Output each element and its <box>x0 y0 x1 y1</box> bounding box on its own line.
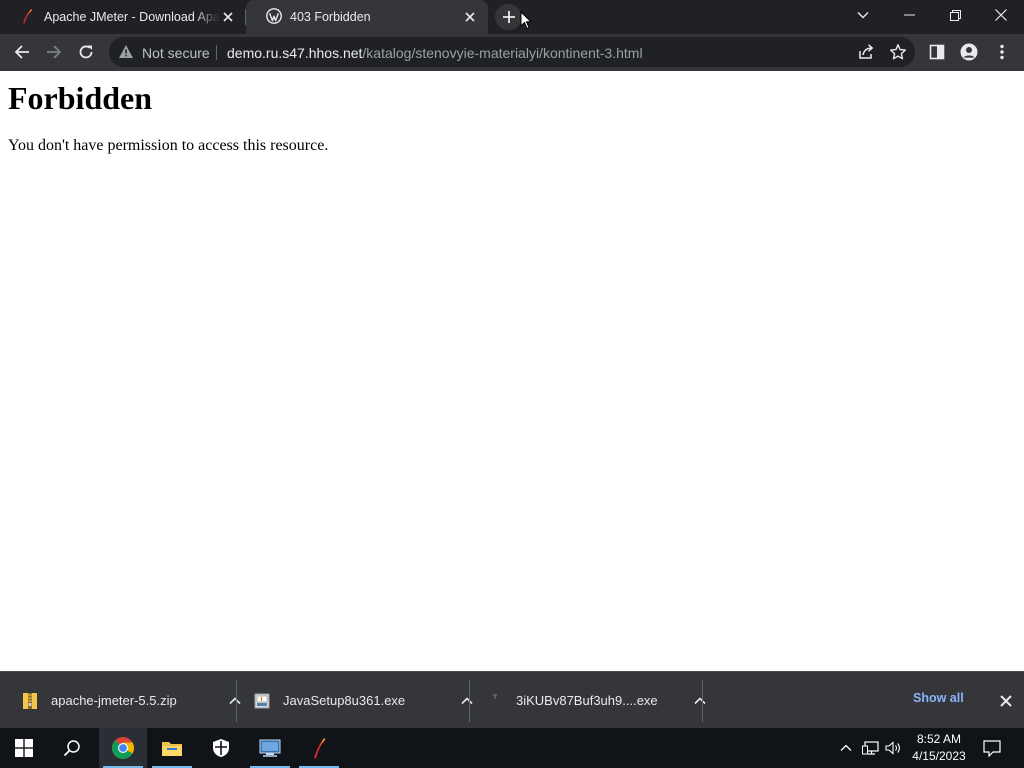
minimize-button[interactable] <box>886 0 932 30</box>
reload-button[interactable] <box>71 37 101 67</box>
taskbar-remote-desktop[interactable] <box>246 728 294 768</box>
jmeter-feather-icon <box>314 738 326 759</box>
download-divider <box>236 680 237 722</box>
kebab-menu-icon <box>1000 44 1004 60</box>
side-panel-icon <box>929 44 945 60</box>
taskbar-jmeter[interactable] <box>295 728 343 768</box>
show-hidden-icons-button[interactable] <box>837 728 855 768</box>
exe-file-icon <box>493 693 497 699</box>
page-heading: Forbidden <box>8 80 153 116</box>
new-tab-button[interactable] <box>495 4 522 30</box>
page-content: Forbidden You don't have permission to a… <box>0 71 1024 671</box>
bookmark-star-icon[interactable] <box>889 43 907 61</box>
tab-search-button[interactable] <box>840 0 886 30</box>
folder-icon <box>162 742 182 756</box>
menu-button[interactable] <box>987 37 1017 67</box>
download-options-button[interactable] <box>459 696 475 705</box>
clock-time: 8:52 AM <box>916 732 962 746</box>
tab-title: 403 Forbidden <box>290 10 371 24</box>
shield-icon <box>213 739 229 757</box>
reload-icon <box>79 45 93 59</box>
taskbar-clock[interactable]: 8:52 AM 4/15/2023 <box>905 731 973 765</box>
close-window-button[interactable] <box>978 0 1024 30</box>
download-item-exe[interactable]: 3iKUBv87Buf3uh9....exe <box>487 672 708 729</box>
taskbar-search-button[interactable] <box>48 728 96 768</box>
arrow-right-icon <box>47 45 62 59</box>
chevron-up-icon <box>694 696 706 704</box>
forward-button[interactable] <box>39 37 69 67</box>
restore-icon <box>949 9 961 21</box>
download-item-java-setup[interactable]: JavaSetup8u361.exe <box>254 672 475 729</box>
plus-icon <box>502 11 515 23</box>
tab-403-forbidden[interactable]: 403 Forbidden <box>246 0 488 34</box>
share-icon[interactable] <box>857 43 875 61</box>
chevron-up-icon <box>840 744 852 751</box>
network-icon <box>862 741 879 755</box>
url-text[interactable]: demo.ru.s47.hhos.net/katalog/stenovyie-m… <box>227 45 643 61</box>
download-divider <box>702 680 703 722</box>
warning-triangle-icon[interactable] <box>118 44 134 59</box>
security-label[interactable]: Not secure <box>142 45 210 61</box>
address-divider <box>216 45 217 60</box>
restore-button[interactable] <box>932 0 978 30</box>
taskbar-chrome[interactable] <box>99 728 147 768</box>
taskbar-file-explorer[interactable] <box>148 728 196 768</box>
close-tab-icon[interactable] <box>220 9 236 25</box>
volume-tray-button[interactable] <box>883 728 905 768</box>
download-divider <box>469 680 470 722</box>
profile-button[interactable] <box>954 37 984 67</box>
close-icon <box>995 9 1007 21</box>
download-options-button[interactable] <box>692 696 708 705</box>
tab-title: Apache JMeter - Download Apache JMeter <box>44 10 220 24</box>
chrome-icon <box>111 737 134 759</box>
downloads-shelf: apache-jmeter-5.5.zip JavaSetup8u361.exe… <box>0 671 1024 728</box>
search-icon <box>63 740 80 757</box>
error-message: You don't have permission to access this… <box>8 137 329 154</box>
clock-date: 4/15/2023 <box>912 749 966 763</box>
windows-taskbar: 8:52 AM 4/15/2023 <box>0 728 1024 768</box>
download-filename: apache-jmeter-5.5.zip <box>51 693 177 708</box>
start-button[interactable] <box>0 728 48 768</box>
profile-avatar-icon <box>960 43 978 61</box>
url-host: demo.ru.s47.hhos.net <box>227 45 363 61</box>
chevron-down-icon <box>857 12 869 19</box>
close-icon <box>1000 695 1012 707</box>
chevron-up-icon <box>229 696 241 704</box>
show-all-downloads-link[interactable]: Show all <box>913 691 964 705</box>
computer-icon <box>259 739 281 757</box>
download-filename: JavaSetup8u361.exe <box>283 693 406 708</box>
tab-strip: Apache JMeter - Download Apache JMeter 4… <box>0 0 1024 34</box>
side-panel-button[interactable] <box>922 37 952 67</box>
java-installer-icon <box>254 693 270 708</box>
minimize-icon <box>903 14 915 16</box>
download-filename: 3iKUBv87Buf3uh9....exe <box>516 693 658 708</box>
taskbar-windows-security[interactable] <box>197 728 245 768</box>
address-bar[interactable]: Not secure demo.ru.s47.hhos.net/katalog/… <box>109 37 915 67</box>
screen: Apache JMeter - Download Apache JMeter 4… <box>0 0 1024 768</box>
windows-logo-icon <box>15 739 33 757</box>
close-tab-icon[interactable] <box>462 9 478 25</box>
close-downloads-shelf-button[interactable] <box>996 691 1016 711</box>
zip-file-icon <box>23 692 37 709</box>
wordpress-icon <box>266 7 282 27</box>
mouse-cursor-icon <box>520 11 532 30</box>
action-center-button[interactable] <box>978 728 1006 768</box>
browser-toolbar: Not secure demo.ru.s47.hhos.net/katalog/… <box>0 34 1024 71</box>
url-path: /katalog/stenovyie-materialyi/kontinent-… <box>362 45 643 61</box>
download-item-jmeter[interactable]: apache-jmeter-5.5.zip <box>22 672 243 729</box>
jmeter-feather-icon <box>20 8 34 27</box>
notification-icon <box>983 739 1001 757</box>
arrow-left-icon <box>14 45 29 59</box>
network-tray-button[interactable] <box>860 728 882 768</box>
tab-jmeter[interactable]: Apache JMeter - Download Apache JMeter <box>0 0 246 34</box>
back-button[interactable] <box>7 37 37 67</box>
speaker-icon <box>885 741 900 755</box>
download-options-button[interactable] <box>227 696 243 705</box>
chevron-up-icon <box>461 696 473 704</box>
